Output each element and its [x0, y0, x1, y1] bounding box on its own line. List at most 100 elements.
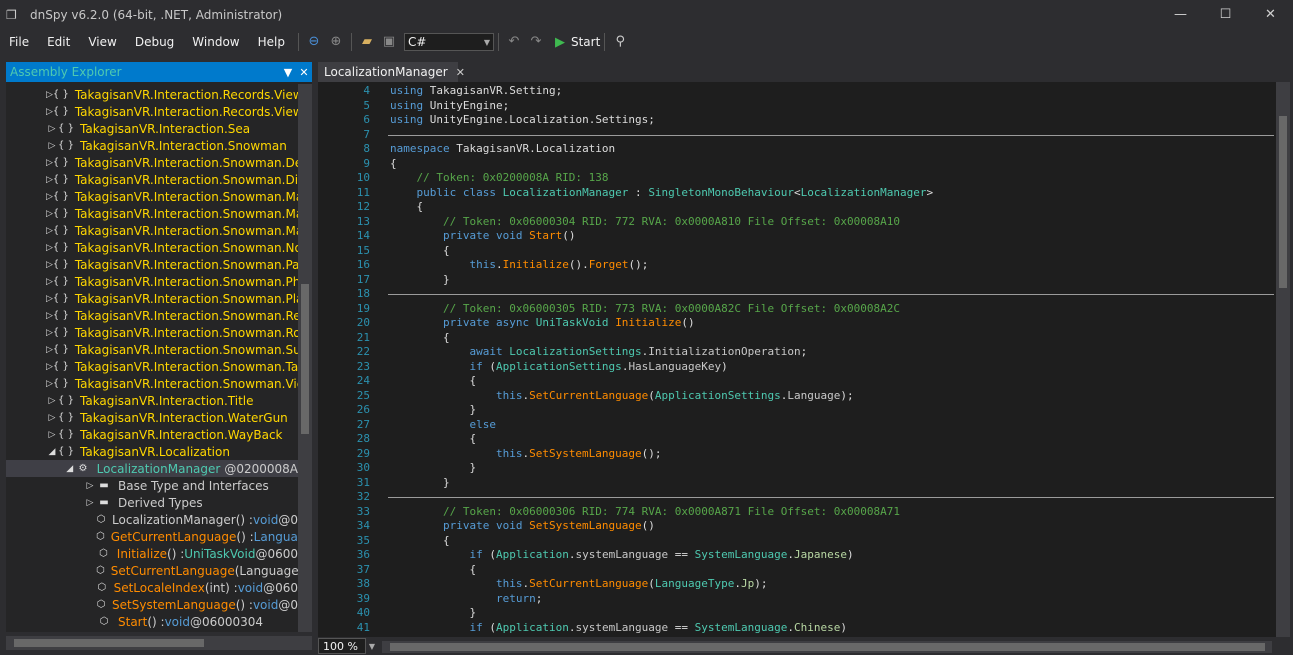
collapsed-arrow-icon[interactable]: ▷ — [46, 362, 53, 372]
menu-window[interactable]: Window — [183, 32, 248, 52]
start-button[interactable]: ▶ Start — [555, 35, 600, 50]
back-icon[interactable]: ⊖ — [303, 31, 325, 53]
code-line: 30 } — [318, 461, 1276, 475]
collapsed-arrow-icon[interactable]: ▷ — [46, 413, 58, 423]
tree-namespace-item[interactable]: ▷{ } TakagisanVR.Interaction.Snowman.Node… — [6, 239, 298, 256]
forward-icon[interactable]: ⊕ — [325, 31, 347, 53]
menu-debug[interactable]: Debug — [126, 32, 183, 52]
tree-namespace-item[interactable]: ▷{ } TakagisanVR.Interaction.Snowman.Mana… — [6, 188, 298, 205]
collapsed-arrow-icon[interactable]: ▷ — [46, 430, 58, 440]
collapsed-arrow-icon[interactable]: ▷ — [46, 175, 53, 185]
code-token: SystemLanguage — [694, 548, 788, 561]
tree-namespace-item[interactable]: ▷{ } TakagisanVR.Interaction.Records.View… — [6, 86, 298, 103]
tree-class-item[interactable]: ◢ ⚙ LocalizationManager @0200008A — [6, 460, 298, 477]
code-line: 21 { — [318, 331, 1276, 345]
tree-namespace-item[interactable]: ▷{ } TakagisanVR.Interaction.Snowman.Defe… — [6, 154, 298, 171]
scroll-thumb[interactable] — [14, 639, 204, 647]
scroll-thumb[interactable] — [301, 284, 309, 434]
open-folder-icon[interactable]: ▰ — [356, 31, 378, 53]
save-icon[interactable]: ▣ — [378, 31, 400, 53]
method-separator — [388, 134, 1274, 136]
editor-vertical-scrollbar[interactable] — [1276, 82, 1290, 637]
tab-localizationmanager[interactable]: LocalizationManager ✕ — [318, 62, 465, 82]
collapsed-arrow-icon[interactable]: ▷ — [46, 379, 53, 389]
tree-namespace-item[interactable]: ▷{ } TakagisanVR.Interaction.Snowman.Roll… — [6, 324, 298, 341]
expanded-arrow-icon[interactable]: ◢ — [64, 464, 75, 474]
language-select[interactable]: C# ▼ — [403, 33, 494, 51]
collapsed-arrow-icon[interactable]: ▷ — [46, 226, 53, 236]
collapsed-arrow-icon[interactable]: ▷ — [46, 141, 58, 151]
collapsed-arrow-icon[interactable]: ▷ — [46, 124, 58, 134]
collapsed-arrow-icon[interactable]: ▷ — [46, 294, 53, 304]
collapsed-arrow-icon[interactable]: ▷ — [46, 260, 53, 270]
tree-namespace-item[interactable]: ▷{ } TakagisanVR.Interaction.Snowman.Play… — [6, 290, 298, 307]
tree-namespace-item[interactable]: ▷{ } TakagisanVR.Interaction.Snowman.Mana… — [6, 222, 298, 239]
tree-member-item[interactable]: ⬡ LocalizationManager() : void @0 — [6, 511, 298, 528]
collapsed-arrow-icon[interactable]: ▷ — [46, 192, 53, 202]
scroll-thumb[interactable] — [390, 643, 1265, 651]
tree-namespace-item[interactable]: ▷{ } TakagisanVR.Interaction.Title — [6, 392, 298, 409]
collapsed-arrow-icon[interactable]: ▷ — [84, 481, 96, 491]
collapsed-arrow-icon[interactable]: ▷ — [46, 345, 53, 355]
code-editor[interactable]: 4 using TakagisanVR.Setting; 5 using UnityE… — [318, 82, 1290, 637]
tree-namespace-item[interactable]: ▷{ } TakagisanVR.Interaction.Snowman.Disp… — [6, 171, 298, 188]
collapsed-arrow-icon[interactable]: ▷ — [46, 243, 53, 253]
collapsed-arrow-icon[interactable]: ▷ — [46, 311, 53, 321]
code-token: this — [390, 258, 496, 271]
redo-icon[interactable]: ↷ — [525, 31, 547, 53]
dropdown-icon[interactable]: ▼ — [280, 66, 296, 79]
close-icon[interactable]: ✕ — [1248, 0, 1293, 30]
zoom-level[interactable]: 100 % — [318, 638, 366, 654]
maximize-icon[interactable]: ☐ — [1203, 0, 1248, 30]
tree-member-item[interactable]: ⬡ SetSystemLanguage() : void @0 — [6, 596, 298, 613]
tree-folder-item[interactable]: ▷ ▬ Base Type and Interfaces — [6, 477, 298, 494]
collapsed-arrow-icon[interactable]: ▷ — [46, 277, 53, 287]
menu-edit[interactable]: Edit — [38, 32, 79, 52]
tree-vertical-scrollbar[interactable] — [298, 84, 312, 632]
collapsed-arrow-icon[interactable]: ▷ — [46, 107, 53, 117]
tree-folder-item[interactable]: ▷ ▬ Derived Types — [6, 494, 298, 511]
tree-member-item[interactable]: ⬡ SetLocaleIndex (int) : void @060 — [6, 579, 298, 596]
tree-namespace-item[interactable]: ▷{ } TakagisanVR.Interaction.Snowman — [6, 137, 298, 154]
chevron-down-icon[interactable]: ▼ — [366, 642, 378, 651]
tree-member-item[interactable]: ⬡ SetCurrentLanguage(LanguageTy — [6, 562, 298, 579]
tree-namespace-item[interactable]: ▷{ } TakagisanVR.Interaction.Snowman.Phot… — [6, 273, 298, 290]
tree-namespace-item[interactable]: ▷{ } TakagisanVR.Interaction.Snowman.Mana… — [6, 205, 298, 222]
editor-horizontal-scrollbar[interactable] — [382, 641, 1272, 653]
tree-member-item[interactable]: ⬡ Initialize() : UniTaskVoid @0600 — [6, 545, 298, 562]
tree-namespace-item[interactable]: ▷{ } TakagisanVR.Interaction.Sea — [6, 120, 298, 137]
menu-view[interactable]: View — [79, 32, 125, 52]
collapsed-arrow-icon[interactable]: ▷ — [46, 209, 53, 219]
code-token: using — [390, 84, 430, 97]
tree-namespace-item[interactable]: ▷{ } TakagisanVR.Interaction.WayBack — [6, 426, 298, 443]
tree-namespace-item[interactable]: ▷{ } TakagisanVR.Interaction.Records.View… — [6, 103, 298, 120]
tree-member-item[interactable]: ⬡LocalizationSetting @0200008B — [6, 630, 298, 633]
collapsed-arrow-icon[interactable]: ▷ — [46, 158, 53, 168]
collapsed-arrow-icon[interactable]: ▷ — [46, 396, 58, 406]
tree-member-item[interactable]: ⬡ Start() : void @06000304 — [6, 613, 298, 630]
scroll-thumb[interactable] — [1279, 116, 1287, 288]
tree-member-item[interactable]: ⬡ GetCurrentLanguage() : Languag — [6, 528, 298, 545]
tree-namespace-item[interactable]: ▷{ } TakagisanVR.Interaction.WaterGun — [6, 409, 298, 426]
minimize-icon[interactable]: — — [1158, 0, 1203, 30]
tree-namespace-item[interactable]: ▷{ } TakagisanVR.Interaction.Snowman.Taka… — [6, 358, 298, 375]
code-token: systemLanguage — [575, 620, 669, 634]
tree-namespace-item[interactable]: ◢{ } TakagisanVR.Localization — [6, 443, 298, 460]
menu-file[interactable]: File — [0, 32, 38, 52]
tree-namespace-item[interactable]: ▷{ } TakagisanVR.Interaction.Snowman.View… — [6, 375, 298, 392]
namespace-label: TakagisanVR.Interaction.Sea — [80, 121, 251, 136]
tree-horizontal-scrollbar[interactable] — [6, 636, 312, 650]
tree-namespace-item[interactable]: ▷{ } TakagisanVR.Interaction.Snowman.Part… — [6, 256, 298, 273]
collapsed-arrow-icon[interactable]: ▷ — [46, 328, 53, 338]
close-panel-icon[interactable]: ✕ — [296, 66, 312, 79]
search-icon[interactable]: ⚲ — [609, 31, 631, 53]
member-return-type: void — [252, 512, 279, 527]
tree-namespace-item[interactable]: ▷{ } TakagisanVR.Interaction.Snowman.Surf… — [6, 341, 298, 358]
undo-icon[interactable]: ↶ — [503, 31, 525, 53]
collapsed-arrow-icon[interactable]: ▷ — [46, 90, 53, 100]
menu-help[interactable]: Help — [249, 32, 294, 52]
tree-namespace-item[interactable]: ▷{ } TakagisanVR.Interaction.Snowman.Reco… — [6, 307, 298, 324]
close-tab-icon[interactable]: ✕ — [456, 66, 465, 79]
expanded-arrow-icon[interactable]: ◢ — [46, 447, 58, 457]
collapsed-arrow-icon[interactable]: ▷ — [84, 498, 96, 508]
